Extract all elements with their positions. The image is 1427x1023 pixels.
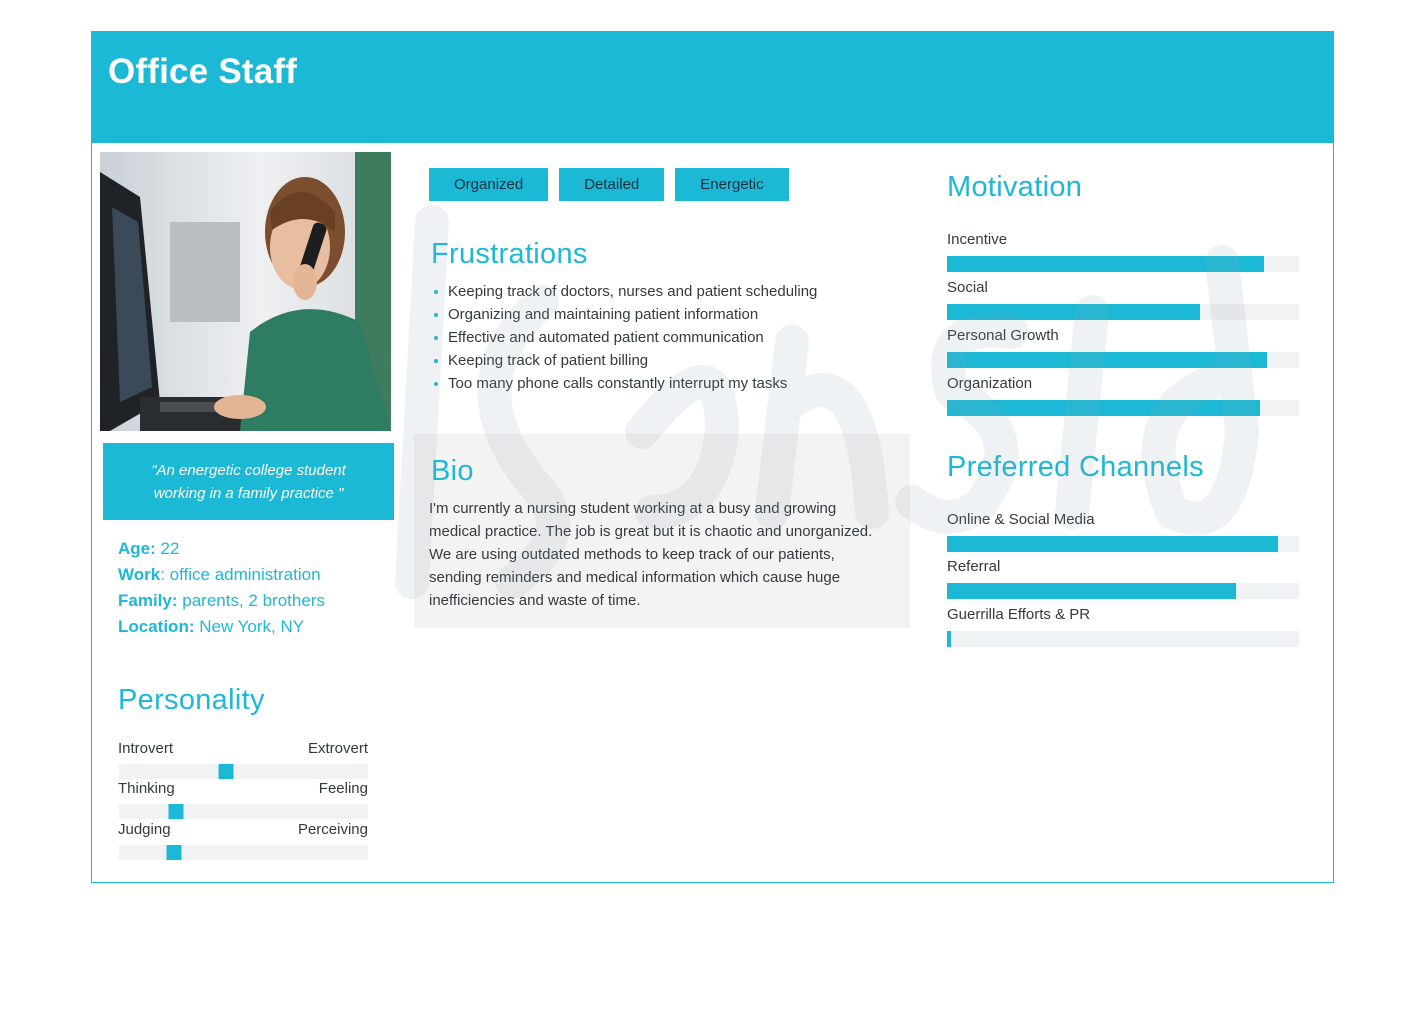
meter-fill [947,304,1201,320]
bio-text: I'm currently a nursing student working … [429,500,873,609]
meter-track [947,583,1299,599]
list-item: Effective and automated patient communic… [433,326,817,349]
motivation-heading: Motivation [947,171,1083,203]
meter-label: Personal Growth [947,327,1059,344]
scale-marker [168,804,184,819]
meter-label: Organization [947,375,1033,392]
scale-left-label: Thinking [118,780,175,797]
scale-right-label: Perceiving [297,821,368,838]
meter-track [947,352,1299,368]
page-title: Office Staff [108,52,298,91]
list-item: Too many phone calls constantly interrup… [433,372,817,395]
bio-heading: Bio [431,455,474,487]
fact-age: Age: 22 [118,539,180,558]
channel-meter: Guerrilla Efforts & PR [947,606,1299,647]
scale-marker [166,845,182,860]
header-bar: Office Staff [92,32,1333,143]
trait-tags: Organized Detailed Energetic [429,168,789,201]
scale-track [119,804,368,819]
meter-fill [947,352,1268,368]
meter-track [947,256,1299,272]
personality-scale: Introvert Extrovert [118,740,368,779]
channel-meter: Referral [947,558,1299,599]
list-item: Organizing and maintaining patient infor… [433,303,817,326]
scale-right-label: Feeling [318,780,368,797]
trait-tag: Energetic [675,168,789,201]
personality-scale: Thinking Feeling [118,780,368,819]
meter-track [947,304,1299,320]
meter-fill [947,583,1236,599]
meter-track [947,536,1299,552]
list-item: Keeping track of doctors, nurses and pat… [433,280,817,303]
fact-location: Location: New York, NY [118,617,305,636]
persona-card: Office Staff "An energetic college stude… [91,31,1334,883]
persona-quote: "An energetic college student working in… [103,443,394,520]
scale-track [119,845,368,860]
scale-track [119,764,368,779]
meter-track [947,631,1299,647]
scale-left-label: Introvert [118,740,174,757]
meter-fill [947,536,1278,552]
personality-heading: Personality [118,684,265,716]
meter-label: Online & Social Media [947,511,1095,528]
meter-label: Guerrilla Efforts & PR [947,606,1091,623]
fact-family: Family: parents, 2 brothers [118,591,325,610]
personality-scale: Judging Perceiving [118,821,368,860]
trait-tag: Organized [429,168,549,201]
meter-label: Referral [947,558,1001,575]
scale-right-label: Extrovert [307,740,368,757]
meter-label: Incentive [947,231,1008,248]
fact-work: Work: office administration [118,565,321,584]
meter-fill [947,256,1264,272]
motivation-meter: Personal Growth [947,327,1299,368]
list-item: Keeping track of patient billing [433,349,817,372]
motivation-meter: Organization [947,375,1299,416]
scale-marker [218,764,234,779]
meter-label: Social [947,279,988,296]
channel-meter: Online & Social Media [947,511,1299,552]
channels-heading: Preferred Channels [947,451,1204,483]
frustrations-heading: Frustrations [431,238,588,270]
meter-fill [947,631,951,647]
frustrations-list: Keeping track of doctors, nurses and pat… [432,280,817,395]
meter-fill [947,400,1261,416]
meter-track [947,400,1299,416]
persona-facts: Age: 22 Work: office administration Fami… [118,536,325,640]
motivation-meter: Social [947,279,1299,320]
trait-tag: Detailed [559,168,665,201]
motivation-meter: Incentive [947,231,1299,272]
persona-photo [100,152,391,431]
scale-left-label: Judging [118,821,171,838]
